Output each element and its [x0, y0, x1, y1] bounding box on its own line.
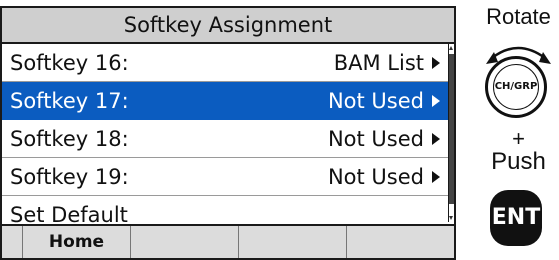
item-label: Softkey 16:	[10, 51, 129, 75]
right-arrow-icon	[432, 95, 440, 107]
item-value: Not Used	[327, 165, 424, 189]
scroll-down-arrow-icon	[449, 216, 453, 220]
softkey-2[interactable]	[131, 226, 239, 258]
radio-display: Softkey Assignment Softkey 16: BAM List …	[0, 6, 456, 260]
softkey-3[interactable]	[239, 226, 347, 258]
push-label: Push	[491, 148, 546, 175]
item-label: Softkey 18:	[10, 127, 129, 151]
dial-label: CH/GRP	[493, 64, 539, 110]
ent-button[interactable]: ENT	[490, 190, 542, 246]
list-item-softkey-19[interactable]: Softkey 19: Not Used	[2, 158, 448, 196]
item-value: Not Used	[327, 89, 424, 113]
softkey-bar: Home	[2, 224, 454, 258]
rotate-label: Rotate	[486, 4, 551, 29]
list-scrollbar[interactable]	[448, 44, 454, 222]
softkey-4[interactable]	[347, 226, 454, 258]
softkey-blank-left[interactable]	[2, 226, 23, 258]
softkey-list: Softkey 16: BAM List Softkey 17: Not Use…	[2, 44, 448, 234]
list-item-softkey-16[interactable]: Softkey 16: BAM List	[2, 44, 448, 82]
right-arrow-icon	[432, 133, 440, 145]
list-item-softkey-17[interactable]: Softkey 17: Not Used	[2, 82, 448, 120]
list-item-softkey-18[interactable]: Softkey 18: Not Used	[2, 120, 448, 158]
item-value: Not Used	[327, 127, 424, 151]
item-value: BAM List	[333, 51, 424, 75]
item-label: Softkey 17:	[10, 89, 129, 113]
right-arrow-icon	[432, 57, 440, 69]
right-arrow-icon	[432, 171, 440, 183]
screen-title: Softkey Assignment	[2, 8, 454, 44]
scroll-thumb[interactable]	[449, 54, 454, 204]
ch-grp-dial[interactable]: CH/GRP	[485, 56, 547, 118]
scroll-up-arrow-icon	[449, 46, 453, 50]
item-label: Softkey 19:	[10, 165, 129, 189]
softkey-home[interactable]: Home	[23, 226, 131, 258]
